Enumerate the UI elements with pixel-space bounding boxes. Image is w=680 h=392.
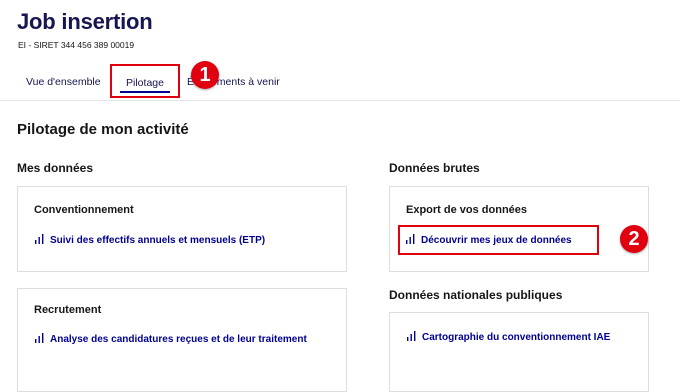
bar-chart-icon [406, 234, 415, 244]
cartographie-link[interactable]: Cartographie du conventionnement IAE [406, 331, 610, 343]
recrutement-card: Recrutement Analyse des candidatures reç… [17, 288, 347, 392]
tabs-divider [0, 100, 680, 101]
national-card: Cartographie du conventionnement IAE [389, 312, 649, 392]
link-label: Analyse des candidatures reçues et de le… [50, 334, 307, 345]
bar-chart-icon [35, 234, 44, 244]
bar-chart-icon [407, 331, 416, 341]
siret-subtitle: EI - SIRET 344 456 389 00019 [18, 40, 135, 50]
decouvrir-jeux-donnees-link[interactable]: Découvrir mes jeux de données [405, 234, 572, 246]
donnees-brutes-title: Données brutes [389, 161, 480, 175]
step-marker-2: 2 [620, 225, 648, 253]
tab-pilotage-label: Pilotage [126, 77, 164, 89]
suivi-effectifs-link[interactable]: Suivi des effectifs annuels et mensuels … [34, 234, 265, 246]
card-title: Export de vos données [406, 204, 528, 216]
tab-pilotage[interactable]: Pilotage [110, 64, 180, 98]
bar-chart-icon [35, 333, 44, 343]
section-title: Pilotage de mon activité [17, 121, 189, 138]
donnees-nationales-title: Données nationales publiques [389, 288, 563, 302]
step-marker-1: 1 [191, 61, 219, 89]
page-title: Job insertion [17, 9, 153, 34]
conventionnement-card: Conventionnement Suivi des effectifs ann… [17, 186, 347, 272]
card-title: Recrutement [34, 304, 102, 316]
link-label: Cartographie du conventionnement IAE [422, 332, 611, 343]
tab-vue-ensemble[interactable]: Vue d'ensemble [26, 76, 101, 88]
card-title: Conventionnement [34, 204, 134, 216]
link-label: Suivi des effectifs annuels et mensuels … [50, 235, 266, 246]
link-label: Découvrir mes jeux de données [421, 235, 572, 246]
analyse-candidatures-link[interactable]: Analyse des candidatures reçues et de le… [34, 333, 307, 345]
mes-donnees-title: Mes données [17, 161, 94, 175]
